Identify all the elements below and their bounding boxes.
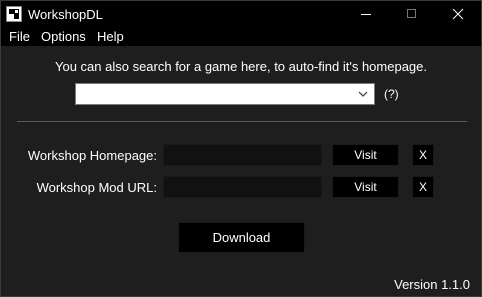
visit-homepage-button[interactable]: Visit (332, 144, 399, 166)
close-icon (452, 8, 464, 20)
workshop-mod-url-field[interactable] (163, 176, 322, 198)
app-logo-icon (6, 6, 22, 22)
download-button[interactable]: Download (178, 222, 305, 253)
help-hint[interactable]: (?) (384, 87, 399, 101)
menu-options[interactable]: Options (41, 29, 86, 44)
divider (17, 121, 467, 122)
visit-mod-url-button[interactable]: Visit (332, 176, 399, 198)
app-window: WorkshopDL File Options Help You can als… (0, 0, 482, 297)
version-text: Version 1.1.0 (394, 277, 470, 292)
menu-bar: File Options Help (1, 27, 481, 46)
close-button[interactable] (435, 1, 481, 27)
game-search-input[interactable] (78, 86, 352, 104)
maximize-icon (407, 9, 416, 18)
menu-file[interactable]: File (9, 29, 30, 44)
workshop-homepage-field[interactable] (163, 144, 322, 166)
game-search-combobox[interactable] (75, 83, 375, 105)
clear-homepage-button[interactable]: X (412, 144, 434, 166)
chevron-down-icon[interactable] (356, 87, 370, 101)
menu-help[interactable]: Help (97, 29, 124, 44)
minimize-button[interactable] (343, 1, 389, 27)
workshop-mod-url-label: Workshop Mod URL: (36, 180, 157, 195)
minimize-icon (361, 14, 371, 15)
title-bar[interactable]: WorkshopDL (1, 1, 481, 27)
workshop-homepage-label: Workshop Homepage: (27, 148, 157, 163)
clear-mod-url-button[interactable]: X (412, 176, 434, 198)
window-title: WorkshopDL (28, 7, 103, 22)
search-hint-text: You can also search for a game here, to … (54, 59, 427, 74)
maximize-button[interactable] (389, 1, 435, 27)
